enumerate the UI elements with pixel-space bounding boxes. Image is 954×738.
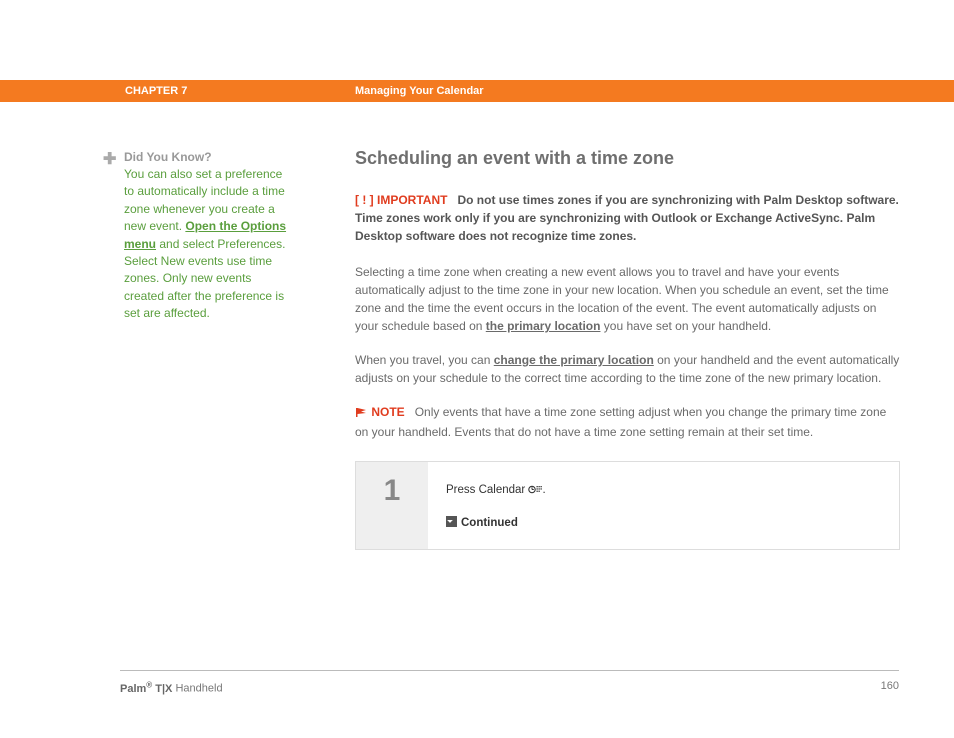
continued-label: Continued [461,517,518,529]
note-text: Only events that have a time zone settin… [355,405,886,439]
paragraph-2: When you travel, you can change the prim… [355,351,900,387]
sidebar-did-you-know: ✚ Did You Know? You can also set a prefe… [104,150,304,323]
header-bar: CHAPTER 7 Managing Your Calendar [0,80,954,102]
chapter-label: CHAPTER 7 [125,85,187,97]
important-label: IMPORTANT [377,193,447,207]
p2-before: When you travel, you can [355,353,494,367]
footer: Palm® T|X Handheld 160 [120,680,899,695]
step-box: 1 Press Calendar . Continued [355,461,900,550]
calendar-icon [528,484,542,498]
step-period: . [542,484,545,496]
footer-brand: Palm [120,683,146,695]
note-label: NOTE [371,405,404,419]
note-callout: NOTE Only events that have a time zone s… [355,403,900,441]
footer-product: Palm® T|X Handheld [120,680,223,695]
footer-model: T|X [152,683,172,695]
plus-icon: ✚ [103,152,116,168]
chapter-section-title: Managing Your Calendar [355,85,484,97]
footer-rule [120,670,899,671]
footer-suffix: Handheld [172,683,222,695]
step-body: Press Calendar . Continued [428,462,899,549]
paragraph-1: Selecting a time zone when creating a ne… [355,263,900,335]
did-you-know-body: You can also set a preference to automat… [124,166,294,323]
main-content: Scheduling an event with a time zone [ !… [355,148,900,550]
step-instruction: Press Calendar . [446,484,881,498]
p1-after: you have set on your handheld. [600,319,771,333]
change-primary-location-link[interactable]: change the primary location [494,353,654,367]
page-title: Scheduling an event with a time zone [355,148,900,169]
step-text: Press Calendar [446,484,528,496]
important-callout: [ ! ] IMPORTANT Do not use times zones i… [355,191,900,245]
important-bracket-close: ] [366,193,377,207]
step-number: 1 [356,474,428,508]
note-flag-icon [355,405,368,423]
primary-location-link[interactable]: the primary location [486,319,601,333]
continued-row: Continued [446,516,881,529]
did-you-know-title: Did You Know? [124,150,304,164]
page-number: 160 [881,680,899,695]
step-number-cell: 1 [356,462,428,549]
continued-arrow-icon [446,516,457,527]
